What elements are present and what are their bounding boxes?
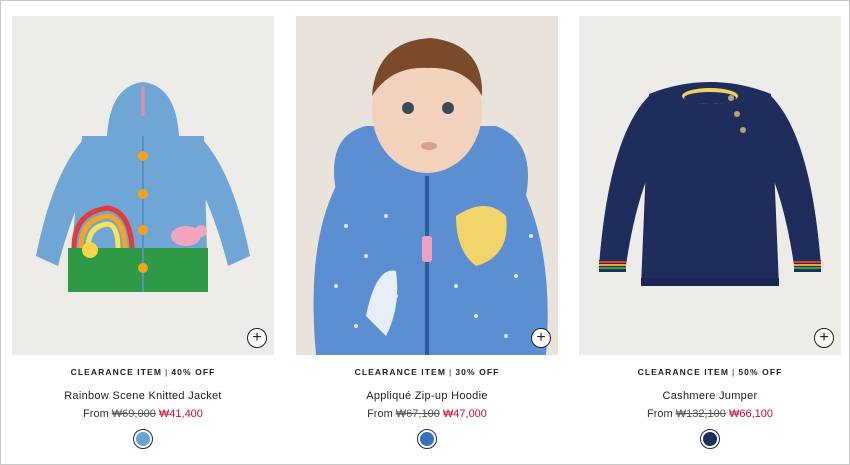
product-price: From ₩132,100 ₩66,100 <box>579 408 841 420</box>
clearance-label: CLEARANCE ITEM <box>354 367 447 377</box>
hoodie-baby-image <box>296 16 558 355</box>
product-card[interactable]: + CLEARANCE ITEM | 50% OFF Cashmere Jumper… <box>579 16 841 449</box>
price-prefix: From <box>83 408 109 420</box>
clearance-tag: CLEARANCE ITEM | 30% OFF <box>354 367 500 377</box>
price-prefix: From <box>367 408 393 420</box>
cashmere-jumper-image <box>579 16 841 355</box>
quick-add-button[interactable]: + <box>814 328 834 348</box>
product-image[interactable]: + <box>296 16 558 355</box>
product-name[interactable]: Rainbow Scene Knitted Jacket <box>12 390 274 402</box>
color-swatch[interactable] <box>700 429 720 449</box>
color-swatch[interactable] <box>133 429 153 449</box>
color-swatch[interactable] <box>417 429 437 449</box>
discount-label: 50% OFF <box>738 367 783 377</box>
discount-label: 40% OFF <box>171 367 216 377</box>
swatch-color <box>703 432 717 446</box>
clearance-tag: CLEARANCE ITEM | 50% OFF <box>637 367 783 377</box>
product-image[interactable]: + <box>579 16 841 355</box>
product-image[interactable]: + <box>12 16 274 355</box>
swatch-color <box>136 432 150 446</box>
quick-add-button[interactable]: + <box>531 328 551 348</box>
sale-price: ₩41,400 <box>158 408 203 420</box>
original-price: ₩132,100 <box>675 408 726 420</box>
sale-price: ₩47,000 <box>442 408 487 420</box>
original-price: ₩67,100 <box>395 408 440 420</box>
original-price: ₩69,000 <box>111 408 156 420</box>
price-prefix: From <box>647 408 673 420</box>
product-price: From ₩67,100 ₩47,000 <box>296 408 558 420</box>
discount-label: 30% OFF <box>455 367 500 377</box>
product-card[interactable]: + CLEARANCE ITEM | 40% OFF Rainbow Scene K… <box>12 16 274 449</box>
product-card[interactable]: + CLEARANCE ITEM | 30% OFF Appliqué Zip-up… <box>296 16 558 449</box>
clearance-label: CLEARANCE ITEM <box>70 367 163 377</box>
product-name[interactable]: Appliqué Zip-up Hoodie <box>296 390 558 402</box>
quick-add-button[interactable]: + <box>247 328 267 348</box>
rainbow-jacket-image <box>12 16 274 355</box>
product-price: From ₩69,000 ₩41,400 <box>12 408 274 420</box>
clearance-label: CLEARANCE ITEM <box>637 367 730 377</box>
sale-price: ₩66,100 <box>728 408 773 420</box>
clearance-tag: CLEARANCE ITEM | 40% OFF <box>70 367 216 377</box>
swatch-color <box>420 432 434 446</box>
product-name[interactable]: Cashmere Jumper <box>579 390 841 402</box>
